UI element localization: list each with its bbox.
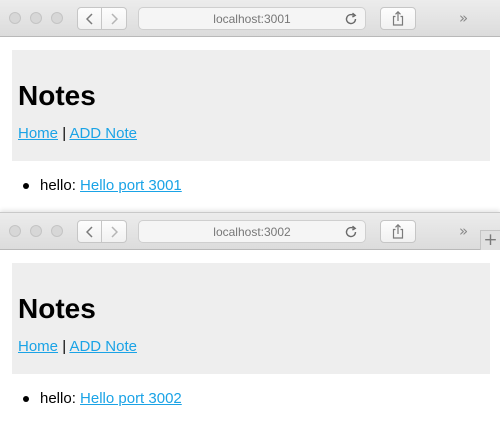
zoom-window-button[interactable] (51, 12, 63, 24)
share-icon (392, 224, 404, 239)
page-title: Notes (18, 80, 96, 111)
share-button[interactable] (380, 220, 416, 243)
new-tab-button[interactable]: + (480, 230, 500, 250)
list-item: hello: Hello port 3001 (20, 177, 182, 194)
notes-list: hello: Hello port 3001 (20, 177, 182, 194)
address-bar[interactable]: localhost:3001 (138, 7, 366, 30)
browser-window-1: localhost:3001 » Notes Home | ADD Note h… (0, 0, 500, 212)
note-link[interactable]: Hello port 3001 (80, 177, 182, 194)
share-button[interactable] (380, 7, 416, 30)
home-link[interactable]: Home (18, 125, 58, 142)
reload-icon (345, 225, 357, 238)
forward-button[interactable] (102, 220, 127, 243)
note-link[interactable]: Hello port 3002 (80, 390, 182, 407)
bullet-icon (23, 396, 29, 402)
add-note-link[interactable]: ADD Note (69, 338, 137, 355)
toolbar-overflow-button[interactable]: » (459, 222, 468, 240)
browser-toolbar: localhost:3001 » (0, 0, 500, 37)
reload-button[interactable] (344, 225, 358, 239)
chevron-left-icon (85, 12, 93, 25)
chevron-right-icon (111, 12, 118, 25)
forward-button[interactable] (102, 7, 127, 30)
browser-window-2: localhost:3002 » + Notes Home | ADD Note… (0, 212, 500, 442)
toolbar-overflow-button[interactable]: » (459, 9, 468, 27)
address-bar-url: localhost:3001 (213, 11, 291, 26)
bullet-icon (23, 183, 29, 189)
notes-list: hello: Hello port 3002 (20, 390, 182, 407)
back-button[interactable] (77, 7, 102, 30)
reload-icon (345, 12, 357, 25)
address-bar-url: localhost:3002 (213, 224, 291, 239)
minimize-window-button[interactable] (30, 225, 42, 237)
chevron-right-icon (111, 225, 118, 238)
reload-button[interactable] (344, 12, 358, 26)
note-label: hello: (40, 390, 81, 407)
notes-header: Notes Home | ADD Note (12, 263, 490, 374)
list-item: hello: Hello port 3002 (20, 390, 182, 407)
page-nav: Home | ADD Note (18, 125, 137, 142)
share-icon (392, 11, 404, 26)
close-window-button[interactable] (9, 12, 21, 24)
notes-header: Notes Home | ADD Note (12, 50, 490, 161)
chevron-left-icon (85, 225, 93, 238)
note-label: hello: (40, 177, 81, 194)
browser-toolbar: localhost:3002 » + (0, 213, 500, 250)
close-window-button[interactable] (9, 225, 21, 237)
back-button[interactable] (77, 220, 102, 243)
zoom-window-button[interactable] (51, 225, 63, 237)
home-link[interactable]: Home (18, 338, 58, 355)
address-bar[interactable]: localhost:3002 (138, 220, 366, 243)
page-nav: Home | ADD Note (18, 338, 137, 355)
minimize-window-button[interactable] (30, 12, 42, 24)
page-title: Notes (18, 293, 96, 324)
add-note-link[interactable]: ADD Note (69, 125, 137, 142)
